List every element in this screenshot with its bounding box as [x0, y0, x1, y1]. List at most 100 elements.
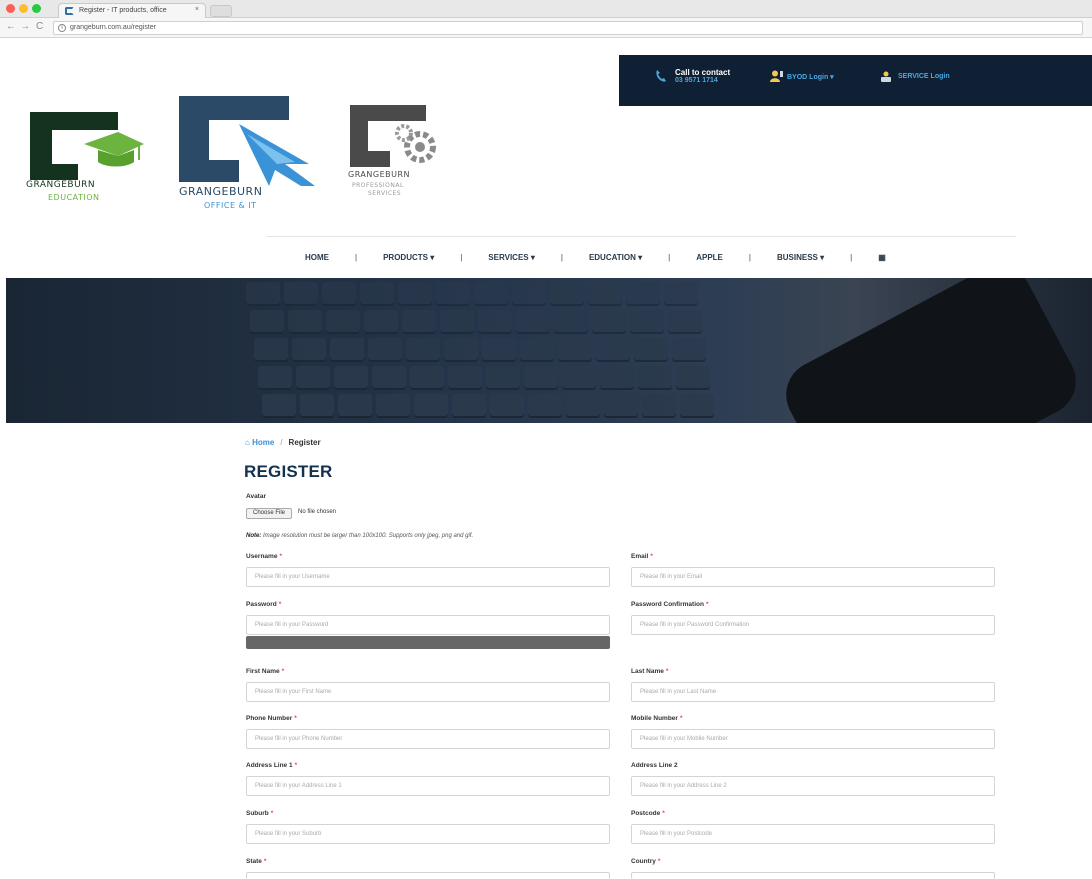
address-bar: ← → C i grangeburn.com.au/register [0, 18, 1092, 38]
email-label: Email * [631, 553, 653, 560]
hero-keyboard-key [482, 338, 516, 362]
suburb-input[interactable]: Please fill in your Suburb [246, 824, 610, 844]
avatar-note: Note: Image resolution must be larger th… [246, 533, 474, 539]
hero-keyboard-key [680, 394, 714, 418]
hero-keyboard-key [486, 366, 520, 390]
hero-keyboard-key [326, 310, 360, 334]
state-label: State * [246, 858, 267, 865]
page-title: REGISTER [244, 462, 333, 481]
professional-logo-sub: PROFESSIONAL [352, 182, 404, 189]
email-input[interactable]: Please fill in your Email [631, 567, 995, 587]
hero-keyboard-key [250, 310, 284, 334]
hero-keyboard-key [296, 366, 330, 390]
hero-keyboard-key [626, 282, 660, 306]
hero-keyboard-key [406, 338, 440, 362]
postcode-input[interactable]: Please fill in your Postcode [631, 824, 995, 844]
tab-title: Register - IT products, office [79, 7, 167, 14]
hero-keyboard-key [262, 394, 296, 418]
hero-keyboard-key [596, 338, 630, 362]
hero-keyboard-key [516, 310, 550, 334]
hero-keyboard-key [604, 394, 638, 418]
minimize-window-button[interactable] [19, 4, 28, 13]
nav-separator: | [560, 252, 563, 262]
postcode-label: Postcode * [631, 810, 665, 817]
nav-item-education[interactable]: EDUCATION ▾ [589, 253, 642, 262]
hero-keyboard-key [284, 282, 318, 306]
contact-phone[interactable]: 03 9571 1714 [675, 77, 730, 84]
maximize-window-button[interactable] [32, 4, 41, 13]
hero-keyboard-key [664, 282, 698, 306]
username-label: Username * [246, 553, 282, 560]
mobile-number-input[interactable]: Please fill in your Mobile Number [631, 729, 995, 749]
nav-item-apple[interactable]: APPLE [696, 253, 723, 262]
education-logo-icon [30, 112, 144, 180]
professional-services-logo-icon [350, 105, 436, 167]
password-strength-meter [246, 636, 610, 649]
hero-keyboard-key [288, 310, 322, 334]
hero-keyboard-key [600, 366, 634, 390]
nav-separator: | [748, 252, 751, 262]
breadcrumb-current: Register [288, 438, 321, 447]
url-field[interactable]: i grangeburn.com.au/register [53, 21, 1083, 35]
byod-login-link[interactable]: BYOD Login ▾ [787, 73, 834, 81]
tab-close-icon[interactable]: × [195, 6, 199, 13]
education-logo-sub: EDUCATION [48, 193, 100, 202]
user-login-icon [770, 70, 783, 82]
hero-keyboard-key [414, 394, 448, 418]
address-line-2-input[interactable]: Please fill in your Address Line 2 [631, 776, 995, 796]
country-select[interactable] [631, 872, 995, 879]
hero-keyboard-key [398, 282, 432, 306]
reload-icon[interactable]: C [36, 21, 43, 32]
office-it-logo-name: GRANGEBURN [179, 185, 263, 198]
password-confirmation-input[interactable]: Please fill in your Password Confirmatio… [631, 615, 995, 635]
url-text: grangeburn.com.au/register [70, 24, 156, 31]
hero-keyboard-key [524, 366, 558, 390]
password-input[interactable]: Please fill in your Password [246, 615, 610, 635]
logo-office-it[interactable]: GRANGEBURN OFFICE & IT [177, 94, 322, 219]
hero-keyboard-key [368, 338, 402, 362]
nav-item-products[interactable]: PRODUCTS ▾ [383, 253, 434, 262]
browser-tab-bar: Register - IT products, office × [0, 0, 1092, 18]
first-name-input[interactable]: Please fill in your First Name [246, 682, 610, 702]
hero-keyboard-key [638, 366, 672, 390]
hero-keyboard-key [292, 338, 326, 362]
logo-education[interactable]: GRANGEBURN EDUCATION [26, 104, 146, 214]
grid-menu-icon[interactable]: ▦ [878, 253, 886, 262]
contact-block[interactable]: Call to contact 03 9571 1714 [675, 68, 730, 84]
address-line-1-input[interactable]: Please fill in your Address Line 1 [246, 776, 610, 796]
close-window-button[interactable] [6, 4, 15, 13]
hero-keyboard-key [562, 366, 596, 390]
hero-keyboard-key [512, 282, 546, 306]
hero-keyboard-key [440, 310, 474, 334]
phone-number-input[interactable]: Please fill in your Phone Number [246, 729, 610, 749]
nav-item-business[interactable]: BUSINESS ▾ [777, 253, 824, 262]
hero-keyboard-key [474, 282, 508, 306]
nav-item-services[interactable]: SERVICES ▾ [488, 253, 535, 262]
hero-keyboard-key [410, 366, 444, 390]
hero-keyboard-key [322, 282, 356, 306]
hero-keyboard-key [330, 338, 364, 362]
hero-keyboard-key [300, 394, 334, 418]
logo-professional-services[interactable]: GRANGEBURN PROFESSIONAL SERVICES [346, 103, 461, 203]
contact-title: Call to contact [675, 68, 731, 77]
address-line-1-label: Address Line 1 * [246, 762, 298, 769]
breadcrumb: ⌂ Home / Register [245, 438, 321, 447]
info-icon[interactable]: i [58, 24, 66, 32]
forward-icon[interactable]: → [20, 21, 30, 32]
username-input[interactable]: Please fill in your Username [246, 567, 610, 587]
choose-file-button[interactable]: Choose File [246, 508, 292, 519]
breadcrumb-home-link[interactable]: ⌂ Home [245, 438, 274, 447]
office-it-logo-icon [179, 96, 315, 186]
last-name-input[interactable]: Please fill in your Last Name [631, 682, 995, 702]
contact-bar: Call to contact 03 9571 1714 BYOD Login … [619, 55, 1092, 106]
state-select[interactable] [246, 872, 610, 879]
service-login-link[interactable]: SERVICE Login [898, 73, 950, 80]
back-icon[interactable]: ← [6, 21, 16, 32]
hero-keyboard-key [338, 394, 372, 418]
hero-keyboard-key [630, 310, 664, 334]
hero-keyboard-key [634, 338, 668, 362]
nav-item-home[interactable]: HOME [305, 253, 329, 262]
new-tab-button[interactable] [210, 5, 232, 17]
hero-keyboard-key [360, 282, 394, 306]
browser-tab[interactable]: Register - IT products, office × [58, 3, 206, 18]
